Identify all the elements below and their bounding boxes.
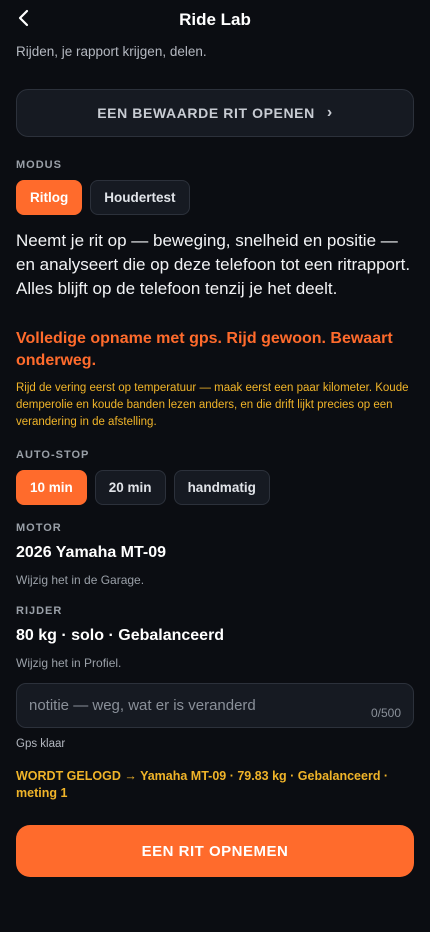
open-saved-ride-label: EEN BEWAARDE RIT OPENEN xyxy=(97,105,315,121)
record-ride-button[interactable]: EEN RIT OPNEMEN xyxy=(16,825,414,877)
header: Ride Lab xyxy=(0,0,430,40)
open-saved-ride-button[interactable]: EEN BEWAARDE RIT OPENEN › xyxy=(16,89,414,137)
motor-hint: Wijzig het in de Garage. xyxy=(16,573,145,587)
mode-selector: Ritlog Houdertest xyxy=(16,180,190,215)
motor-value: 2026 Yamaha MT-09 xyxy=(16,544,167,561)
recording-note: Volledige opname met gps. Rijd gewoon. B… xyxy=(16,330,393,369)
motor-label: MOTOR xyxy=(16,522,62,534)
gps-status: Gps klaar xyxy=(16,738,66,750)
warmup-warning: Rijd de vering eerst op temperatuur — ma… xyxy=(16,382,409,428)
logged-summary: WORDT GELOGD → Yamaha MT-09 · 79.83 kg ·… xyxy=(16,769,389,800)
auto-stop-label: AUTO-STOP xyxy=(16,449,90,461)
auto-stop-option-manual[interactable]: handmatig xyxy=(173,470,270,505)
mode-label: MODUS xyxy=(16,159,62,171)
note-field: 0/500 xyxy=(16,683,414,728)
rider-value: 80 kg · solo · Gebalanceerd xyxy=(16,627,225,644)
auto-stop-option-10min[interactable]: 10 min xyxy=(16,470,87,505)
note-input[interactable] xyxy=(29,684,359,727)
rider-hint: Wijzig het in Profiel. xyxy=(16,656,122,670)
page-title: Ride Lab xyxy=(179,10,251,29)
auto-stop-selector: 10 min 20 min handmatig xyxy=(16,470,270,505)
rider-label: RIJDER xyxy=(16,605,63,617)
chevron-right-icon: › xyxy=(326,104,333,121)
page-subtitle: Rijden, je rapport krijgen, delen. xyxy=(16,44,207,59)
mode-option-ritlog[interactable]: Ritlog xyxy=(16,180,83,215)
note-char-count: 0/500 xyxy=(370,706,401,720)
mode-description: Neemt je rit op — beweging, snelheid en … xyxy=(16,231,411,298)
mode-option-houdertest[interactable]: Houdertest xyxy=(90,180,190,215)
auto-stop-option-20min[interactable]: 20 min xyxy=(94,470,166,505)
